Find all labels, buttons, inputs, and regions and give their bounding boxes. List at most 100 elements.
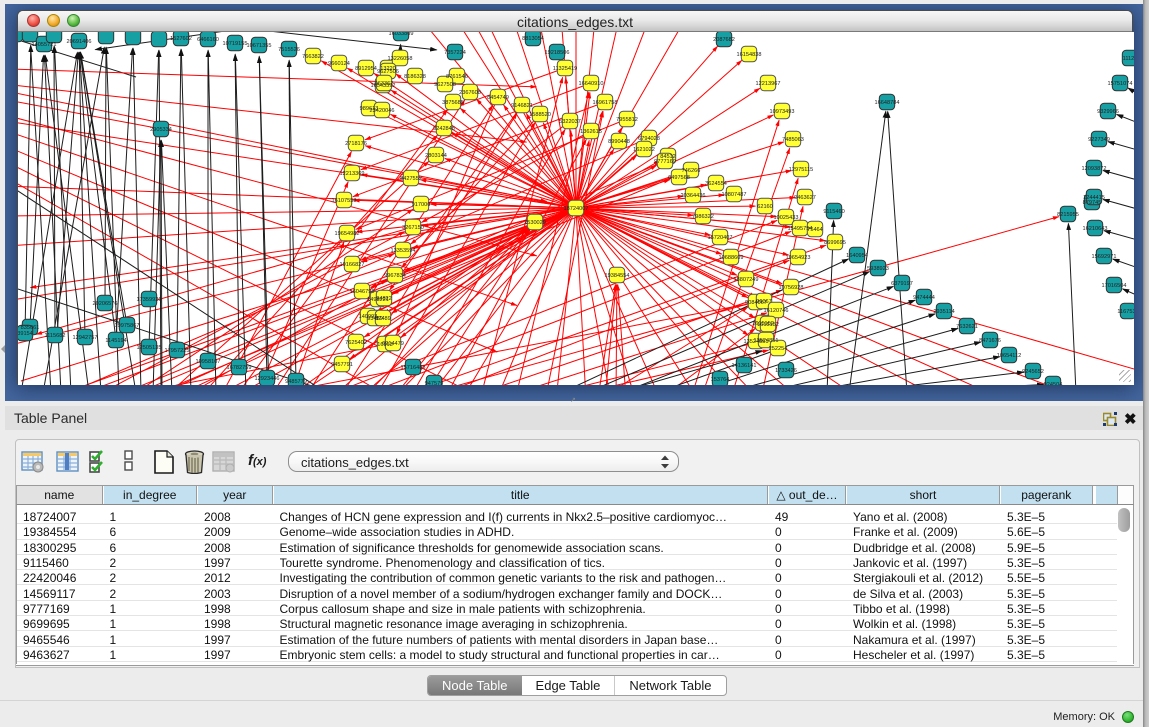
svg-text:9627506: 9627506 (377, 69, 399, 75)
svg-text:12093872: 12093872 (1082, 166, 1107, 172)
svg-text:5938923: 5938923 (867, 266, 889, 272)
svg-text:8813054: 8813054 (522, 36, 544, 42)
svg-text:10719155: 10719155 (223, 41, 248, 47)
svg-text:252254: 252254 (769, 346, 788, 352)
svg-text:62160: 62160 (757, 204, 773, 210)
svg-text:917006: 917006 (412, 202, 431, 208)
svg-text:14136141: 14136141 (732, 363, 757, 369)
svg-text:7485063: 7485063 (782, 137, 804, 143)
svg-text:16154838: 16154838 (737, 52, 762, 58)
svg-text:12213967: 12213967 (756, 81, 781, 87)
svg-text:8471676: 8471676 (979, 338, 1001, 344)
svg-text:19166827: 19166827 (340, 262, 365, 268)
svg-text:20691406: 20691406 (67, 39, 92, 45)
svg-text:16961758: 16961758 (593, 100, 618, 106)
svg-text:9474444: 9474444 (913, 295, 935, 301)
svg-text:10807487: 10807487 (722, 192, 747, 198)
svg-text:16120746: 16120746 (764, 308, 789, 314)
svg-text:1621022: 1621022 (633, 147, 655, 153)
svg-text:1145194: 1145194 (105, 338, 126, 344)
svg-text:9115460: 9115460 (823, 209, 844, 215)
svg-text:9227349: 9227349 (1088, 137, 1110, 143)
svg-text:8912954: 8912954 (355, 66, 377, 72)
svg-text:11325419: 11325419 (553, 66, 577, 72)
svg-text:9967834: 9967834 (384, 273, 406, 279)
svg-text:15716485: 15716485 (401, 365, 426, 371)
svg-text:8990448: 8990448 (608, 139, 630, 145)
svg-text:7632621: 7632621 (956, 324, 978, 330)
svg-text:12942757: 12942757 (73, 335, 98, 341)
svg-text:7986322: 7986322 (692, 214, 714, 220)
svg-text:3267150: 3267150 (402, 225, 424, 231)
svg-text:18724007: 18724007 (564, 206, 589, 212)
svg-text:2935114: 2935114 (933, 309, 954, 315)
svg-text:20364436: 20364436 (681, 193, 706, 199)
svg-text:1733426: 1733426 (775, 368, 797, 374)
svg-text:16648784: 16648784 (875, 100, 900, 106)
svg-text:153764: 153764 (711, 377, 730, 383)
svg-text:13226058: 13226058 (388, 56, 413, 62)
svg-text:12975115: 12975115 (789, 167, 813, 173)
svg-text:10756928: 10756928 (779, 285, 804, 291)
svg-text:15751074: 15751074 (1108, 81, 1133, 87)
svg-text:9242848: 9242848 (433, 126, 455, 132)
svg-text:7515526: 7515526 (278, 47, 300, 53)
svg-text:39154: 39154 (18, 331, 33, 337)
svg-text:963362: 963362 (375, 81, 394, 87)
svg-text:7663822: 7663822 (302, 54, 324, 60)
svg-text:9660124: 9660124 (328, 61, 350, 67)
svg-text:11124: 11124 (1123, 56, 1134, 62)
svg-text:9485779: 9485779 (285, 379, 307, 385)
svg-text:8427552: 8427552 (400, 176, 422, 182)
svg-text:10025433: 10025433 (774, 215, 799, 221)
svg-text:75464: 75464 (807, 227, 823, 233)
svg-text:16210643: 16210643 (1083, 226, 1108, 232)
svg-text:1615152: 1615152 (757, 322, 779, 328)
svg-text:6914479: 6914479 (382, 341, 404, 347)
svg-text:16782759: 16782759 (227, 365, 252, 371)
svg-text:10654112: 10654112 (997, 353, 1021, 359)
svg-text:2087682: 2087682 (713, 37, 735, 43)
svg-text:19975867: 19975867 (115, 323, 140, 329)
svg-text:16046798: 16046798 (350, 289, 375, 295)
svg-text:2530029: 2530029 (524, 220, 546, 226)
svg-text:2803144: 2803144 (425, 153, 447, 159)
svg-text:94822: 94822 (376, 296, 392, 302)
svg-text:3624554: 3624554 (705, 181, 727, 187)
svg-text:924504: 924504 (1044, 382, 1063, 385)
svg-text:6466160: 6466160 (197, 37, 219, 43)
svg-text:10688609: 10688609 (719, 255, 744, 261)
svg-text:947579: 947579 (425, 381, 444, 385)
svg-text:10958107: 10958107 (196, 359, 221, 365)
svg-text:1244415: 1244415 (1083, 195, 1105, 201)
svg-text:13353594: 13353594 (391, 248, 416, 254)
svg-text:10973493: 10973493 (770, 109, 795, 115)
svg-text:15692971: 15692971 (1092, 254, 1117, 260)
svg-text:18807249: 18807249 (734, 277, 759, 283)
svg-text:10671355: 10671355 (247, 43, 272, 49)
svg-text:1167534: 1167534 (1117, 309, 1134, 315)
svg-text:8699695: 8699695 (824, 240, 846, 246)
svg-text:9777169: 9777169 (654, 159, 676, 165)
svg-text:6794028: 6794028 (638, 136, 660, 142)
svg-text:14055721: 14055721 (32, 42, 57, 48)
svg-text:8186328: 8186328 (404, 74, 426, 80)
svg-text:15720407: 15720407 (708, 235, 733, 241)
svg-text:7357224: 7357224 (444, 50, 466, 56)
svg-text:16033809: 16033809 (389, 32, 414, 37)
svg-text:1362615: 1362615 (580, 129, 602, 135)
svg-text:17016504: 17016504 (1102, 283, 1127, 289)
svg-text:8454749: 8454749 (487, 95, 509, 101)
svg-text:6379197: 6379197 (891, 281, 913, 287)
svg-text:9329966: 9329966 (1097, 109, 1119, 115)
svg-text:9245652: 9245652 (1022, 369, 1044, 375)
svg-text:19218506: 19218506 (545, 50, 570, 56)
svg-text:17359926: 17359926 (137, 297, 162, 303)
svg-text:7955812: 7955812 (616, 117, 638, 123)
svg-text:13524851: 13524851 (754, 338, 779, 344)
svg-text:1115682: 1115682 (45, 333, 66, 339)
svg-text:1588520: 1588520 (529, 112, 551, 118)
svg-text:19384554: 19384554 (605, 273, 630, 279)
svg-text:2367608: 2367608 (459, 90, 481, 96)
svg-text:20206576: 20206576 (93, 301, 118, 307)
